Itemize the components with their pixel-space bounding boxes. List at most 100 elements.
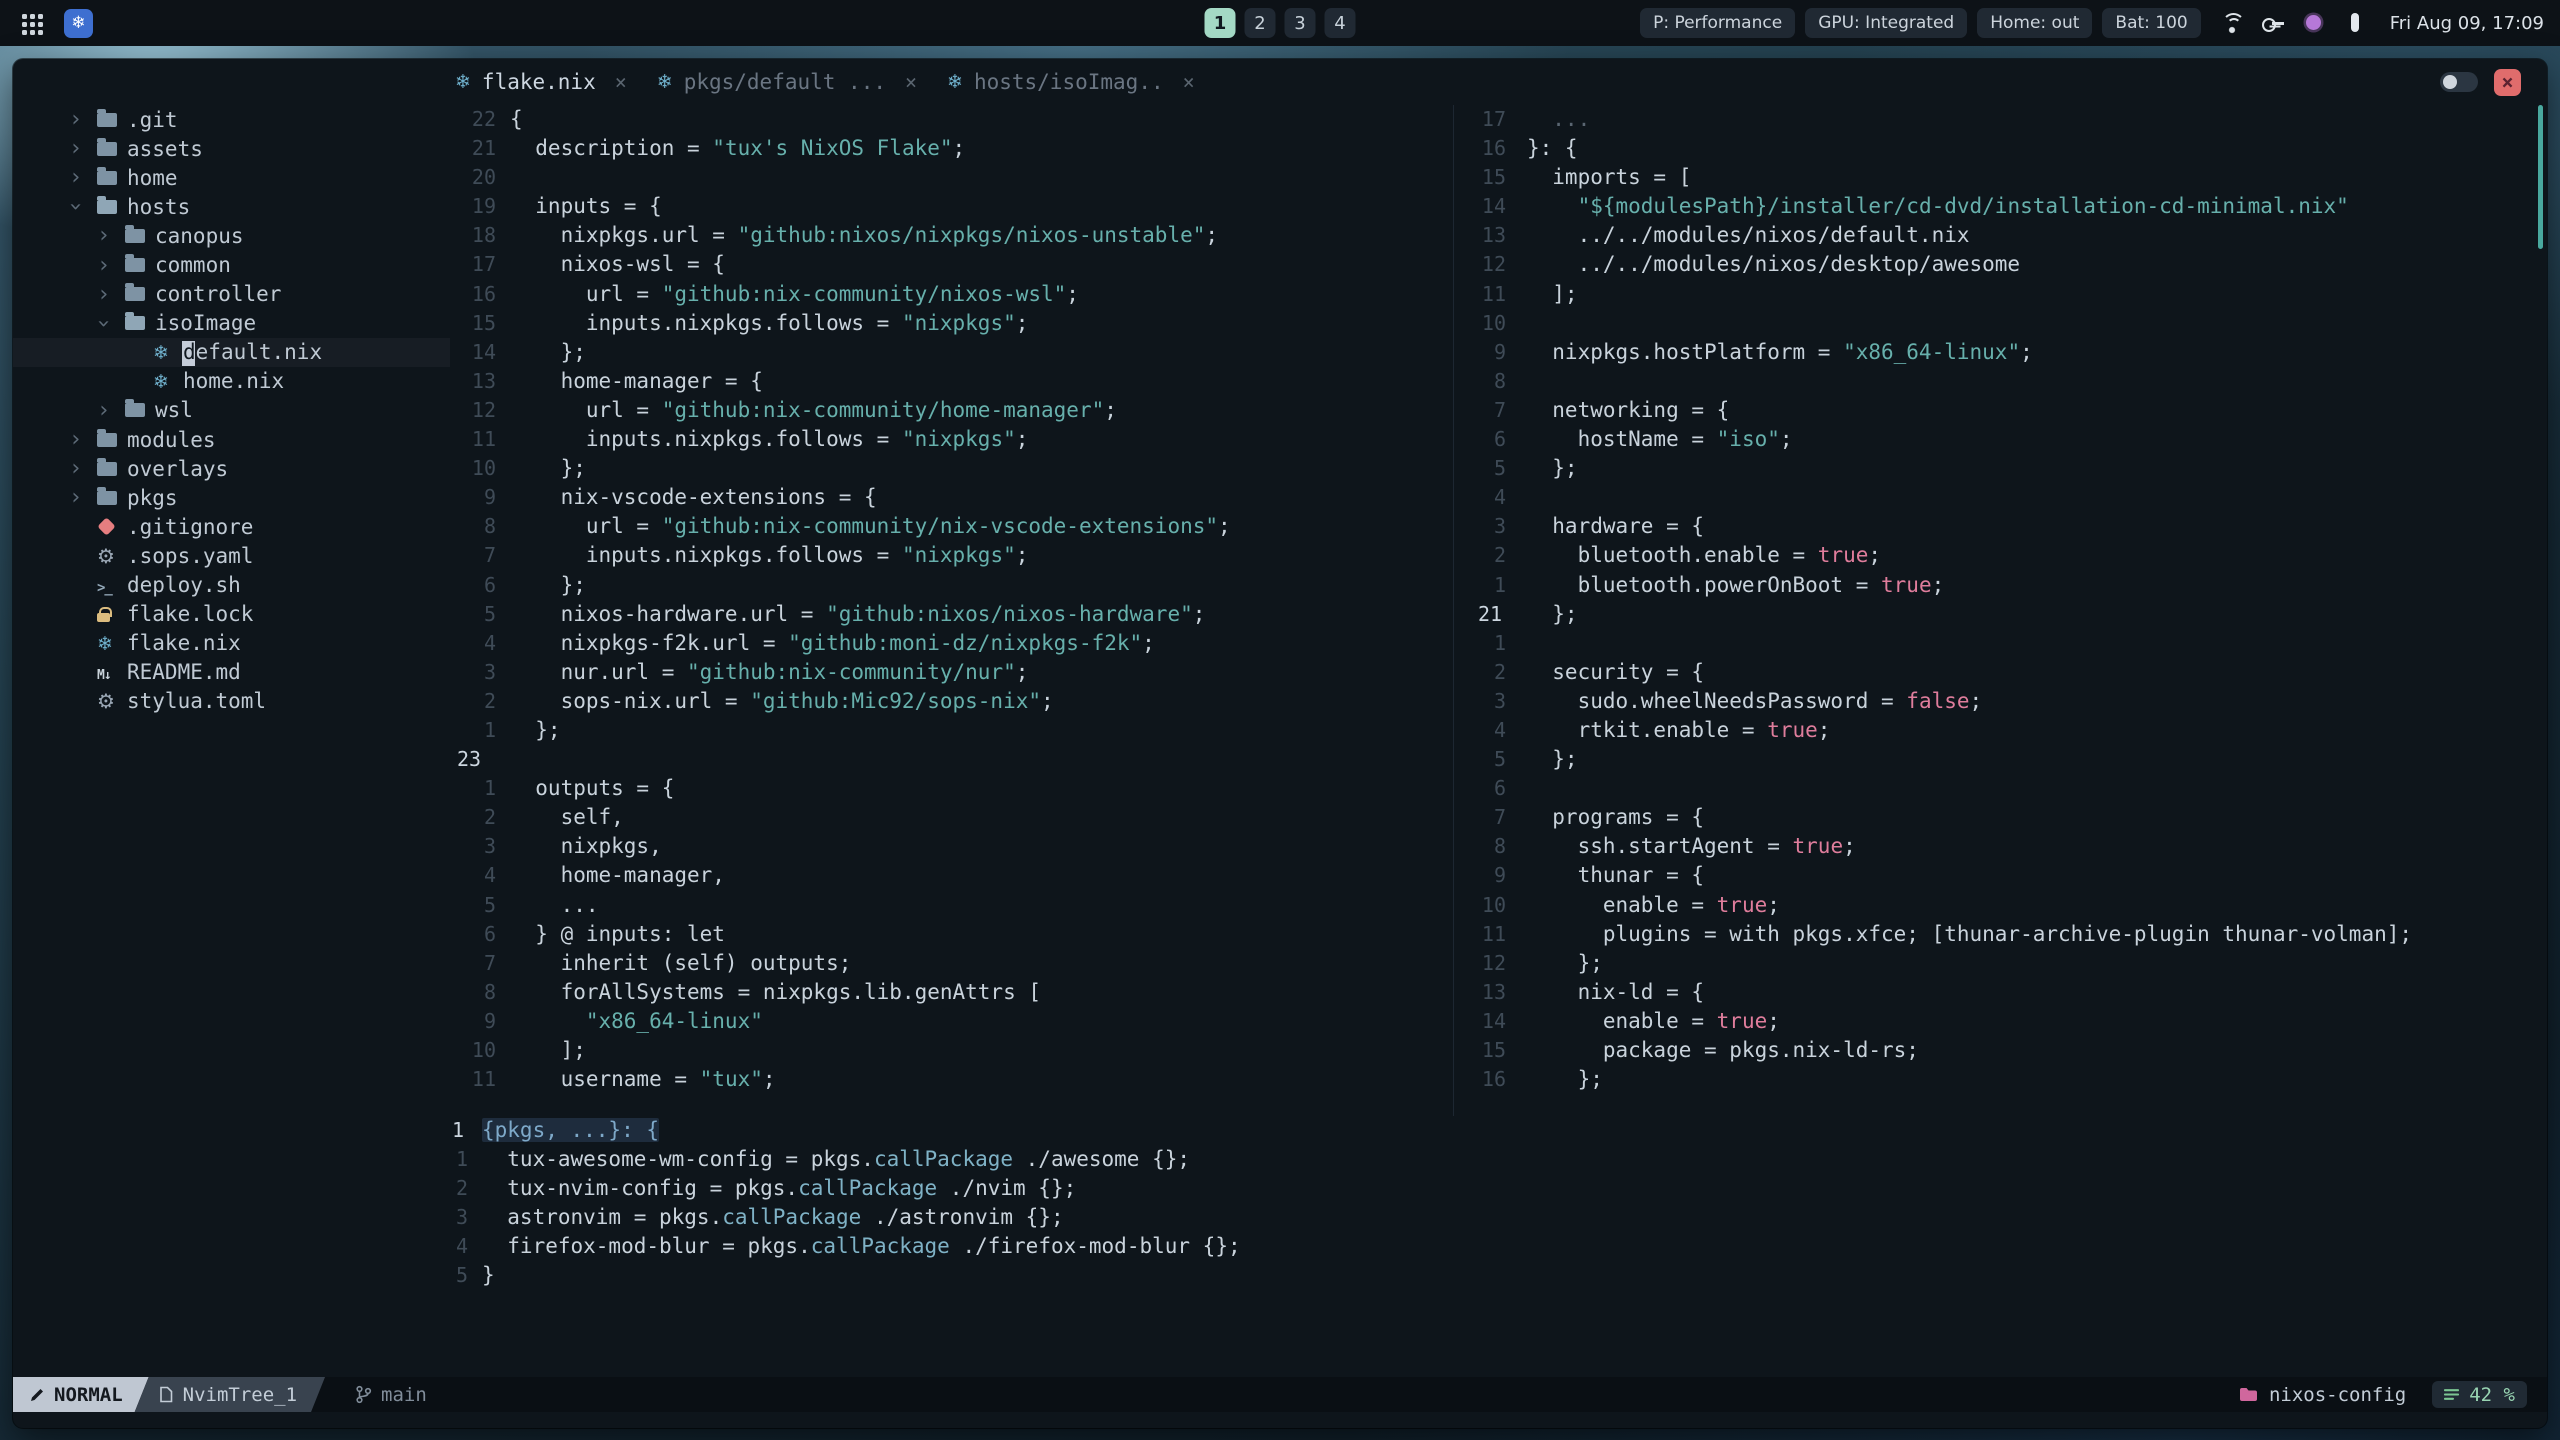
- line-number: 15: [471, 310, 496, 335]
- tree-item[interactable]: modules: [13, 425, 450, 454]
- clock[interactable]: Fri Aug 09, 17:09: [2390, 13, 2544, 34]
- apps-grid-icon: [21, 13, 27, 19]
- tree-item[interactable]: assets: [13, 134, 450, 163]
- code-line: 12 url = "github:nix-community/home-mana…: [450, 396, 1453, 425]
- workspace-button[interactable]: 4: [1324, 8, 1356, 38]
- line-number: 4: [483, 863, 496, 888]
- tree-item-label: deploy.sh: [127, 573, 241, 598]
- line-number: 1: [1493, 572, 1506, 597]
- chevron-icon: [69, 107, 97, 132]
- tree-item[interactable]: .sops.yaml: [13, 541, 450, 570]
- editor-pane-iso-default-nix[interactable]: 17 ... 16 }: { 15 imports = [ 14 "${modu…: [1454, 105, 2547, 1116]
- tree-item-label: stylua.toml: [127, 689, 267, 714]
- app-launcher-button[interactable]: [16, 8, 46, 38]
- chevron-icon: [69, 194, 97, 219]
- line-number: 4: [1493, 717, 1506, 742]
- tab-close-icon[interactable]: ×: [1183, 70, 1195, 94]
- code-line: 2 bluetooth.enable = true;: [1454, 541, 2547, 570]
- editor-tab[interactable]: hosts/isoImag.. ×: [947, 70, 1195, 94]
- line-text: };: [1527, 456, 1578, 481]
- line-number: 7: [1493, 805, 1506, 830]
- color-dot-icon[interactable]: [2301, 10, 2327, 36]
- neovim-window: flake.nix × pkgs/default ... × hosts/iso…: [13, 59, 2547, 1428]
- editor-tab[interactable]: flake.nix ×: [455, 70, 627, 94]
- tree-item[interactable]: pkgs: [13, 483, 450, 512]
- line-number: 11: [1481, 281, 1506, 306]
- vpn-icon[interactable]: [2260, 10, 2286, 36]
- tree-item[interactable]: wsl: [13, 396, 450, 425]
- panel-icon[interactable]: [2342, 10, 2368, 36]
- code-line: 6 hostName = "iso";: [1454, 425, 2547, 454]
- window-toggle[interactable]: [2440, 72, 2478, 92]
- code-line: 21 description = "tux's NixOS Flake";: [450, 134, 1453, 163]
- tree-item[interactable]: home: [13, 163, 450, 192]
- project-name: nixos-config: [2239, 1384, 2406, 1406]
- line-number: 3: [1493, 514, 1506, 539]
- tree-item[interactable]: stylua.toml: [13, 687, 450, 716]
- tab-close-icon[interactable]: ×: [615, 70, 627, 94]
- tree-item[interactable]: home.nix: [13, 367, 450, 396]
- chevron-icon: [69, 165, 97, 190]
- code-line: 3 astronvim = pkgs.callPackage ./astronv…: [450, 1203, 2547, 1232]
- line-text: forAllSystems = nixpkgs.lib.genAttrs [: [510, 979, 1042, 1004]
- code-line: 18 nixpkgs.url = "github:nixos/nixpkgs/n…: [450, 221, 1453, 250]
- line-text: ];: [510, 1038, 586, 1062]
- line-number: 2: [455, 1176, 468, 1201]
- code-line: 17 nixos-wsl = {: [450, 250, 1453, 279]
- editor-tab[interactable]: pkgs/default ... ×: [657, 70, 917, 94]
- file-type-icon: [125, 283, 145, 302]
- tree-item[interactable]: .git: [13, 105, 450, 134]
- desktop-wallpaper: ❄ 1234 P: Performance GPU: Integrated Home…: [0, 0, 2560, 1440]
- workspace-button[interactable]: 2: [1244, 8, 1276, 38]
- line-text: };: [1527, 601, 1578, 626]
- tree-item[interactable]: flake.nix: [13, 629, 450, 658]
- lines-icon: [2444, 1389, 2460, 1400]
- editor-pane-pkgs-default-nix[interactable]: 1 {pkgs, ...}: { 1 tux-awesome-wm-config…: [450, 1116, 2547, 1316]
- code-line: 20: [450, 163, 1453, 192]
- chevron-icon: [97, 223, 125, 248]
- line-number: 14: [1481, 194, 1506, 219]
- line-text: inputs.nixpkgs.follows = "nixpkgs";: [510, 427, 1029, 452]
- tree-item[interactable]: common: [13, 250, 450, 279]
- status-chip: P: Performance: [1640, 8, 1796, 38]
- code-line: 15 imports = [: [1454, 163, 2547, 192]
- line-number: 23: [457, 747, 482, 772]
- tree-item[interactable]: hosts: [13, 192, 450, 221]
- tree-item[interactable]: canopus: [13, 221, 450, 250]
- file-type-icon: [97, 660, 111, 684]
- tree-item[interactable]: default.nix: [13, 337, 450, 367]
- editor-pane-flake-nix[interactable]: 22 { 21 description = "tux's NixOS Flake…: [450, 105, 1453, 1116]
- tab-close-icon[interactable]: ×: [905, 70, 917, 94]
- file-type-icon: [97, 689, 115, 713]
- tree-item[interactable]: overlays: [13, 454, 450, 483]
- line-number: 9: [483, 485, 496, 510]
- line-text: tux-awesome-wm-config = pkgs.callPackage…: [482, 1147, 1191, 1172]
- tree-item[interactable]: .gitignore: [13, 512, 450, 541]
- tree-item[interactable]: isoImage: [13, 309, 450, 338]
- tree-item[interactable]: deploy.sh: [13, 571, 450, 600]
- scrollbar-thumb[interactable]: [2538, 105, 2543, 249]
- line-number: 6: [1493, 427, 1506, 452]
- chevron-icon: [97, 398, 125, 423]
- workspace-button[interactable]: 3: [1284, 8, 1316, 38]
- tree-item[interactable]: README.md: [13, 658, 450, 687]
- tab-label: pkgs/default ...: [683, 70, 886, 94]
- workspace-button[interactable]: 1: [1204, 8, 1236, 38]
- code-line: 2 self,: [450, 803, 1453, 832]
- tree-item[interactable]: flake.lock: [13, 600, 450, 629]
- window-close-button[interactable]: ×: [2494, 68, 2521, 96]
- chevron-icon: [69, 136, 97, 161]
- line-text: };: [510, 717, 561, 742]
- code-line: 5 };: [1454, 745, 2547, 774]
- line-text: }: [482, 1263, 495, 1288]
- line-number: 17: [1481, 107, 1506, 131]
- file-tree[interactable]: .git assets home hosts canopus: [13, 105, 450, 1376]
- nix-logo-badge[interactable]: ❄: [64, 8, 93, 38]
- statusline-right: nixos-config 42 %: [2239, 1381, 2527, 1408]
- tree-item[interactable]: controller: [13, 280, 450, 309]
- status-chips: P: Performance GPU: Integrated Home: out Ba…: [1640, 8, 2201, 38]
- wifi-icon[interactable]: [2218, 10, 2245, 36]
- line-number: 1: [452, 1118, 465, 1142]
- line-text: hostName = "iso";: [1527, 427, 1793, 452]
- file-type-icon: [97, 573, 112, 597]
